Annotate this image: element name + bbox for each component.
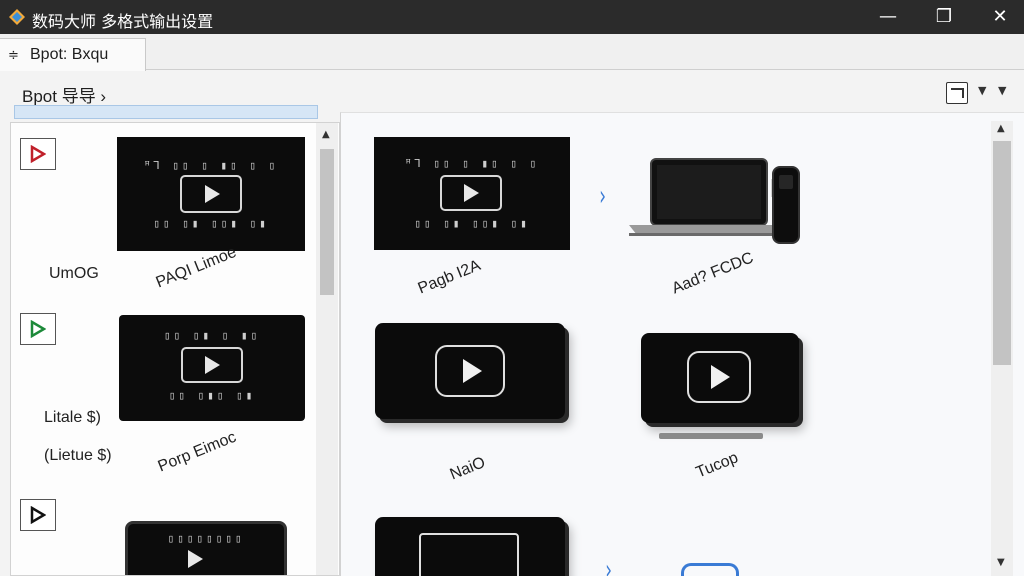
right-scroll-up[interactable]: ▲ xyxy=(997,123,1005,134)
breadcrumb[interactable]: Bpot 导导 › xyxy=(22,82,106,107)
chevron-right-icon: › xyxy=(599,179,606,212)
tab-export[interactable]: ≑ Bpot: Bxqu xyxy=(0,38,146,71)
tab-label: Bpot: Bxqu xyxy=(30,46,109,63)
view-dropdown-icon[interactable]: ▼ xyxy=(978,84,986,97)
thumbnail-caption: Porp Eimoc xyxy=(155,428,239,476)
device-play-icon xyxy=(463,359,482,383)
thumbnail-play-icon xyxy=(464,184,479,202)
tablet-device-icon[interactable] xyxy=(641,333,799,423)
breadcrumb-highlight xyxy=(14,105,318,119)
left-scrollbar-thumb[interactable] xyxy=(320,149,334,295)
play-icon xyxy=(30,506,46,524)
minimize-button[interactable]: — xyxy=(860,0,916,34)
thumbnail-glyphs: ▯▯ ▯▮ ▯ ▮▯ xyxy=(163,329,261,342)
device-play-frame xyxy=(419,533,519,576)
format-thumbnail[interactable]: ▯▯ ▯▮ ▯ ▮▯ ▯▯ ▯▮▯ ▯▮ xyxy=(119,315,305,421)
device-thumbnail[interactable] xyxy=(375,517,565,576)
right-scroll-down[interactable]: ▼ xyxy=(997,557,1005,568)
thumbnail-glyphs: ▯▯ ▯▮ ▯▯▮ ▯▮ xyxy=(414,217,530,230)
device-thumbnail[interactable]: ꟸꞀ ▯▯ ▯ ▮▯ ▯ ▯ ▯▯ ▯▮ ▯▯▮ ▯▮ xyxy=(374,137,570,250)
laptop-usb-icon[interactable] xyxy=(623,153,813,249)
device-grid: ꟸꞀ ▯▯ ▯ ▮▯ ▯ ▯ ▯▯ ▯▮ ▯▯▮ ▯▮ Pagb I2A › A… xyxy=(340,112,1024,576)
thumbnail-caption: PAQI Limoe xyxy=(153,243,239,292)
thumbnail-glyphs: ▯▯ ▯▮▯ ▯▮ xyxy=(168,389,256,402)
play-icon xyxy=(30,145,46,163)
format-label: UmOG xyxy=(49,265,99,282)
thumbnail-play-icon xyxy=(205,356,220,374)
device-caption: Aad? FCDC xyxy=(669,249,756,298)
device-play-icon xyxy=(711,365,730,389)
title-bar: 数码大师 多格式输出设置 — ❐ ✕ xyxy=(0,0,1024,34)
device-outline-icon[interactable] xyxy=(681,563,739,576)
tv-device-icon[interactable] xyxy=(375,323,565,419)
thumbnail-play-icon xyxy=(205,185,220,203)
thumbnail-glyphs: ▯▯ ▯▮ ▯▯▮ ▯▮ xyxy=(153,217,269,230)
format-sublabel: (Lietue $) xyxy=(44,447,112,464)
format-thumbnail[interactable]: ▯▯▯▯▯▯▯▯ xyxy=(125,521,287,575)
chevron-right-icon: › xyxy=(605,553,612,576)
device-caption: Tucop xyxy=(693,449,741,482)
thumbnail-play-icon xyxy=(188,550,203,568)
preview-play-button[interactable] xyxy=(20,499,56,531)
tab-strip: ≑ Bpot: Bxqu xyxy=(0,34,1024,71)
play-icon xyxy=(30,320,46,338)
thumbnail-glyphs: ꟸꞀ ▯▯ ▯ ▮▯ ▯ ▯ xyxy=(404,157,540,170)
thumbnail-glyphs: ▯▯▯▯▯▯▯▯ xyxy=(167,532,245,545)
sort-dropdown-icon[interactable]: ▼ xyxy=(998,84,1006,97)
preview-play-button[interactable] xyxy=(20,138,56,170)
menu-icon: ≑ xyxy=(8,47,19,62)
device-caption: NaiO xyxy=(447,453,488,484)
thumbnail-glyphs: ꟸꞀ ▯▯ ▯ ▮▯ ▯ ▯ xyxy=(143,159,279,172)
export-view-icon[interactable] xyxy=(946,82,968,104)
left-scroll-up[interactable]: ▲ xyxy=(322,129,330,140)
right-scrollbar-thumb[interactable] xyxy=(993,141,1011,365)
format-thumbnail[interactable]: ꟸꞀ ▯▯ ▯ ▮▯ ▯ ▯ ▯▯ ▯▮ ▯▯▮ ▯▮ xyxy=(117,137,305,251)
preview-play-button[interactable] xyxy=(20,313,56,345)
app-logo-icon xyxy=(9,9,25,25)
tablet-stand xyxy=(659,433,763,439)
device-caption: Pagb I2A xyxy=(415,256,484,298)
window-title: 数码大师 多格式输出设置 xyxy=(32,12,214,31)
format-list: ꟸꞀ ▯▯ ▯ ▮▯ ▯ ▯ ▯▯ ▯▮ ▯▯▮ ▯▮ UmOG PAQI Li… xyxy=(10,122,340,576)
format-label: Litale $) xyxy=(44,409,101,426)
close-button[interactable]: ✕ xyxy=(972,0,1024,34)
maximize-button[interactable]: ❐ xyxy=(916,0,972,34)
